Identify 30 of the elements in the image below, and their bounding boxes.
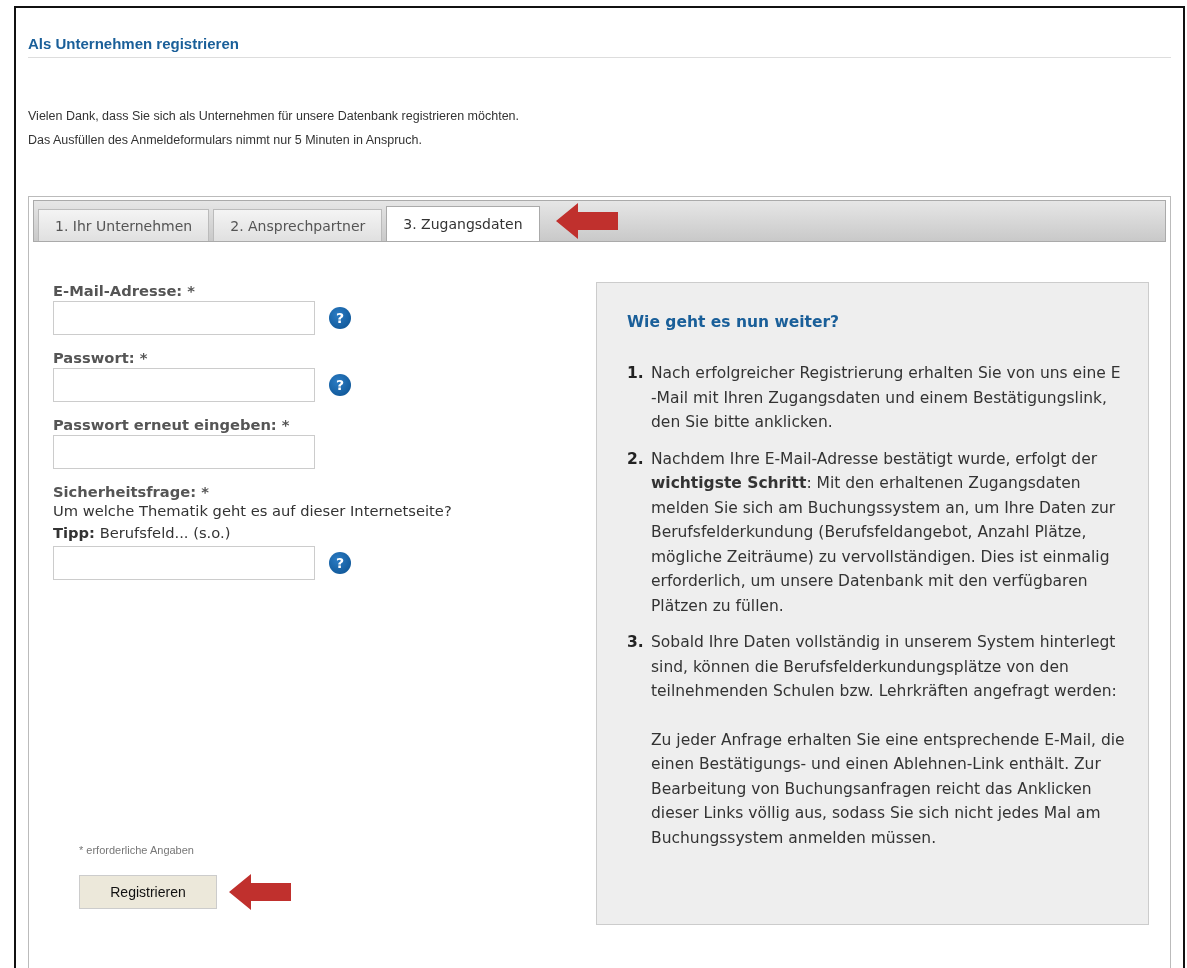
field-label: Sicherheitsfrage: *	[53, 483, 210, 500]
step-text: Zu jeder Anfrage erhalten Sie eine entsprechende E-Mail, die einen Bestätigungs- und einen Ablehnen-Link enthält. Zur Bearbeitung von Buchungsanfragen reicht das Anklicken dieser Links völlig aus, sodass Sie sich nicht jedes Mal am Buchungssystem anmelden müssen.	[651, 729, 1126, 849]
step-number: 2.	[627, 448, 645, 470]
input-field[interactable]	[53, 301, 315, 335]
field-label: Passwort: *	[53, 349, 149, 366]
field-label: Passwort erneut eingeben: *	[53, 416, 291, 433]
hint-text: Tipp: Berufsfeld... (s.o.)	[53, 523, 232, 543]
tab[interactable]: 1. Ihr Unternehmen	[38, 209, 210, 241]
step-text: Sobald Ihre Daten vollständig in unserem System hinterlegt sind, können die Berufsfelderkundungsplätze von den teilnehmenden Schulen bzw. Lehrkräften angefragt werden:	[651, 632, 1118, 702]
help-button[interactable]: ?	[329, 552, 351, 574]
required-note: * erforderliche Angaben	[79, 844, 195, 856]
info-title: Wie geht es nun weiter?	[627, 313, 841, 331]
field-label: E-Mail-Adresse: *	[53, 282, 197, 299]
intro-text: Vielen Dank, dass Sie sich als Unternehmen für unsere Datenbank registrieren möchten.	[28, 108, 520, 125]
tab[interactable]: 2. Ansprechpartner	[213, 209, 383, 241]
security-question: Um welche Thematik geht es auf dieser Internetseite?	[53, 501, 453, 521]
input-field[interactable]	[53, 546, 315, 580]
help-button[interactable]: ?	[329, 374, 351, 396]
intro-text: Das Ausfüllen des Anmeldeformulars nimmt nur 5 Minuten in Anspruch.	[28, 132, 423, 149]
step-number: 3.	[627, 632, 645, 653]
arrow-icon	[227, 872, 293, 912]
input-field[interactable]	[53, 435, 315, 469]
input-field[interactable]	[53, 368, 315, 402]
page-title: Als Unternehmen registrieren	[28, 35, 239, 52]
step-text: Nachdem Ihre E-Mail-Adresse bestätigt wurde, erfolgt der wichtigste Schritt: Mit den erhaltenen Zugangsdaten melden Sie sich am Buchungssystem an, um Ihre Daten zur Berufsfelderkundung (Berufsfeldangebot, Anzahl Plätze, mögliche Zeiträume) zu vervollständigen. Dies ist einmalig erforderlich, um unsere Datenbank mit den verfügbaren Plätzen zu füllen.	[651, 448, 1117, 617]
help-button[interactable]: ?	[329, 307, 351, 329]
tab[interactable]: 3. Zugangsdaten	[386, 206, 540, 241]
register-button[interactable]: Registrieren	[79, 875, 217, 909]
step-text: Nach erfolgreicher Registrierung erhalten Sie von uns eine E -Mail mit Ihren Zugangsdaten und einem Bestätigungslink, den Sie bitte anklicken.	[651, 363, 1122, 433]
step-number: 1.	[627, 363, 645, 384]
